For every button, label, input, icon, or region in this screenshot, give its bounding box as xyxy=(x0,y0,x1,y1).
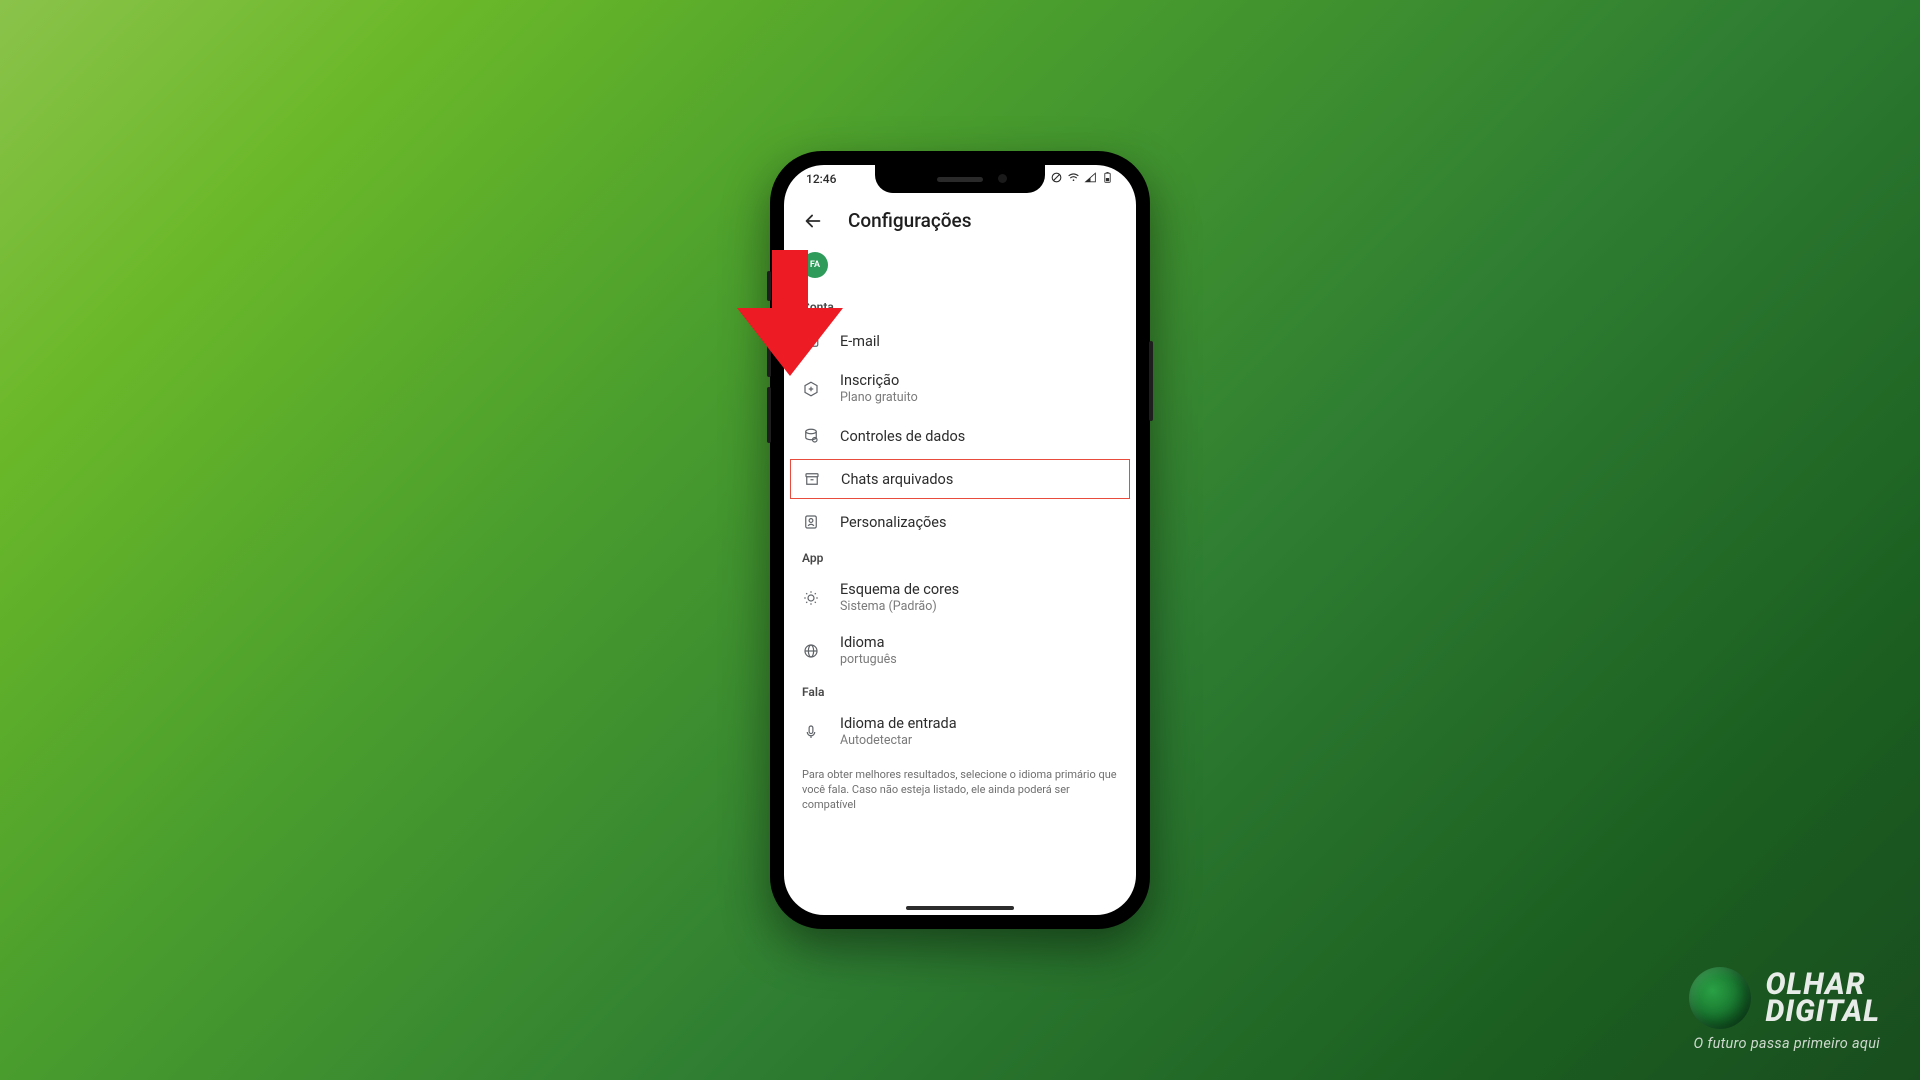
phone-frame: 12:46 Configurações FA Conta E-mail xyxy=(770,151,1150,929)
menu-title-idioma: Idioma xyxy=(840,634,897,651)
menu-item-controles[interactable]: Controles de dados xyxy=(784,415,1136,457)
menu-sub-idioma: português xyxy=(840,652,897,667)
phone-button-vol-down xyxy=(767,387,771,443)
brand-name-line2: DIGITAL xyxy=(1765,998,1880,1025)
microphone-icon xyxy=(802,723,820,741)
brand-watermark: OLHAR DIGITAL O futuro passa primeiro aq… xyxy=(1689,967,1880,1052)
menu-item-idioma-entrada[interactable]: Idioma de entrada Autodetectar xyxy=(784,705,1136,758)
subscription-icon xyxy=(802,380,820,398)
menu-title-idioma-entrada: Idioma de entrada xyxy=(840,715,957,732)
signal-icon xyxy=(1084,171,1097,187)
phone-button-silence xyxy=(767,271,771,301)
data-controls-icon xyxy=(802,427,820,445)
notch-speaker xyxy=(937,177,983,182)
notch-camera xyxy=(998,174,1007,183)
phone-screen: 12:46 Configurações FA Conta E-mail xyxy=(784,165,1136,915)
menu-title-cores: Esquema de cores xyxy=(840,581,959,598)
menu-item-personalizacoes[interactable]: Personalizações xyxy=(784,501,1136,543)
status-time: 12:46 xyxy=(806,172,836,186)
profile-row[interactable]: FA xyxy=(784,244,1136,292)
menu-title-inscricao: Inscrição xyxy=(840,372,918,389)
section-label-fala: Fala xyxy=(784,677,1136,705)
menu-item-idioma[interactable]: Idioma português xyxy=(784,624,1136,677)
brand-logo-icon xyxy=(1689,967,1751,1029)
app-header: Configurações xyxy=(784,193,1136,244)
mail-icon xyxy=(802,332,820,350)
menu-item-email[interactable]: E-mail xyxy=(784,320,1136,362)
battery-icon xyxy=(1101,171,1114,187)
speech-footnote: Para obter melhores resultados, selecion… xyxy=(784,758,1136,813)
section-label-app: App xyxy=(784,543,1136,571)
section-label-conta: Conta xyxy=(784,292,1136,320)
phone-button-vol-up xyxy=(767,321,771,377)
highlight-archived-chats: Chats arquivados xyxy=(790,459,1130,499)
back-arrow-icon[interactable] xyxy=(802,210,824,232)
menu-sub-inscricao: Plano gratuito xyxy=(840,390,918,405)
personalize-icon xyxy=(802,513,820,531)
menu-item-cores[interactable]: Esquema de cores Sistema (Padrão) xyxy=(784,571,1136,624)
menu-item-inscricao[interactable]: Inscrição Plano gratuito xyxy=(784,362,1136,415)
globe-icon xyxy=(802,642,820,660)
phone-notch xyxy=(875,165,1045,193)
avatar: FA xyxy=(802,252,828,278)
menu-title-arquivados: Chats arquivados xyxy=(841,471,953,488)
brand-tagline: O futuro passa primeiro aqui xyxy=(1694,1035,1880,1052)
phone-button-power xyxy=(1149,341,1153,421)
home-indicator[interactable] xyxy=(906,906,1014,910)
menu-sub-idioma-entrada: Autodetectar xyxy=(840,733,957,748)
menu-item-arquivados[interactable]: Chats arquivados xyxy=(803,470,1117,488)
menu-title-personalizacoes: Personalizações xyxy=(840,514,946,531)
dnd-icon xyxy=(1050,171,1063,187)
color-scheme-icon xyxy=(802,589,820,607)
wifi-icon xyxy=(1067,171,1080,187)
menu-title-controles: Controles de dados xyxy=(840,428,965,445)
archive-icon xyxy=(803,470,821,488)
avatar-initials: FA xyxy=(810,260,820,270)
menu-sub-cores: Sistema (Padrão) xyxy=(840,599,959,614)
menu-title-email: E-mail xyxy=(840,333,880,350)
page-title: Configurações xyxy=(848,209,971,232)
